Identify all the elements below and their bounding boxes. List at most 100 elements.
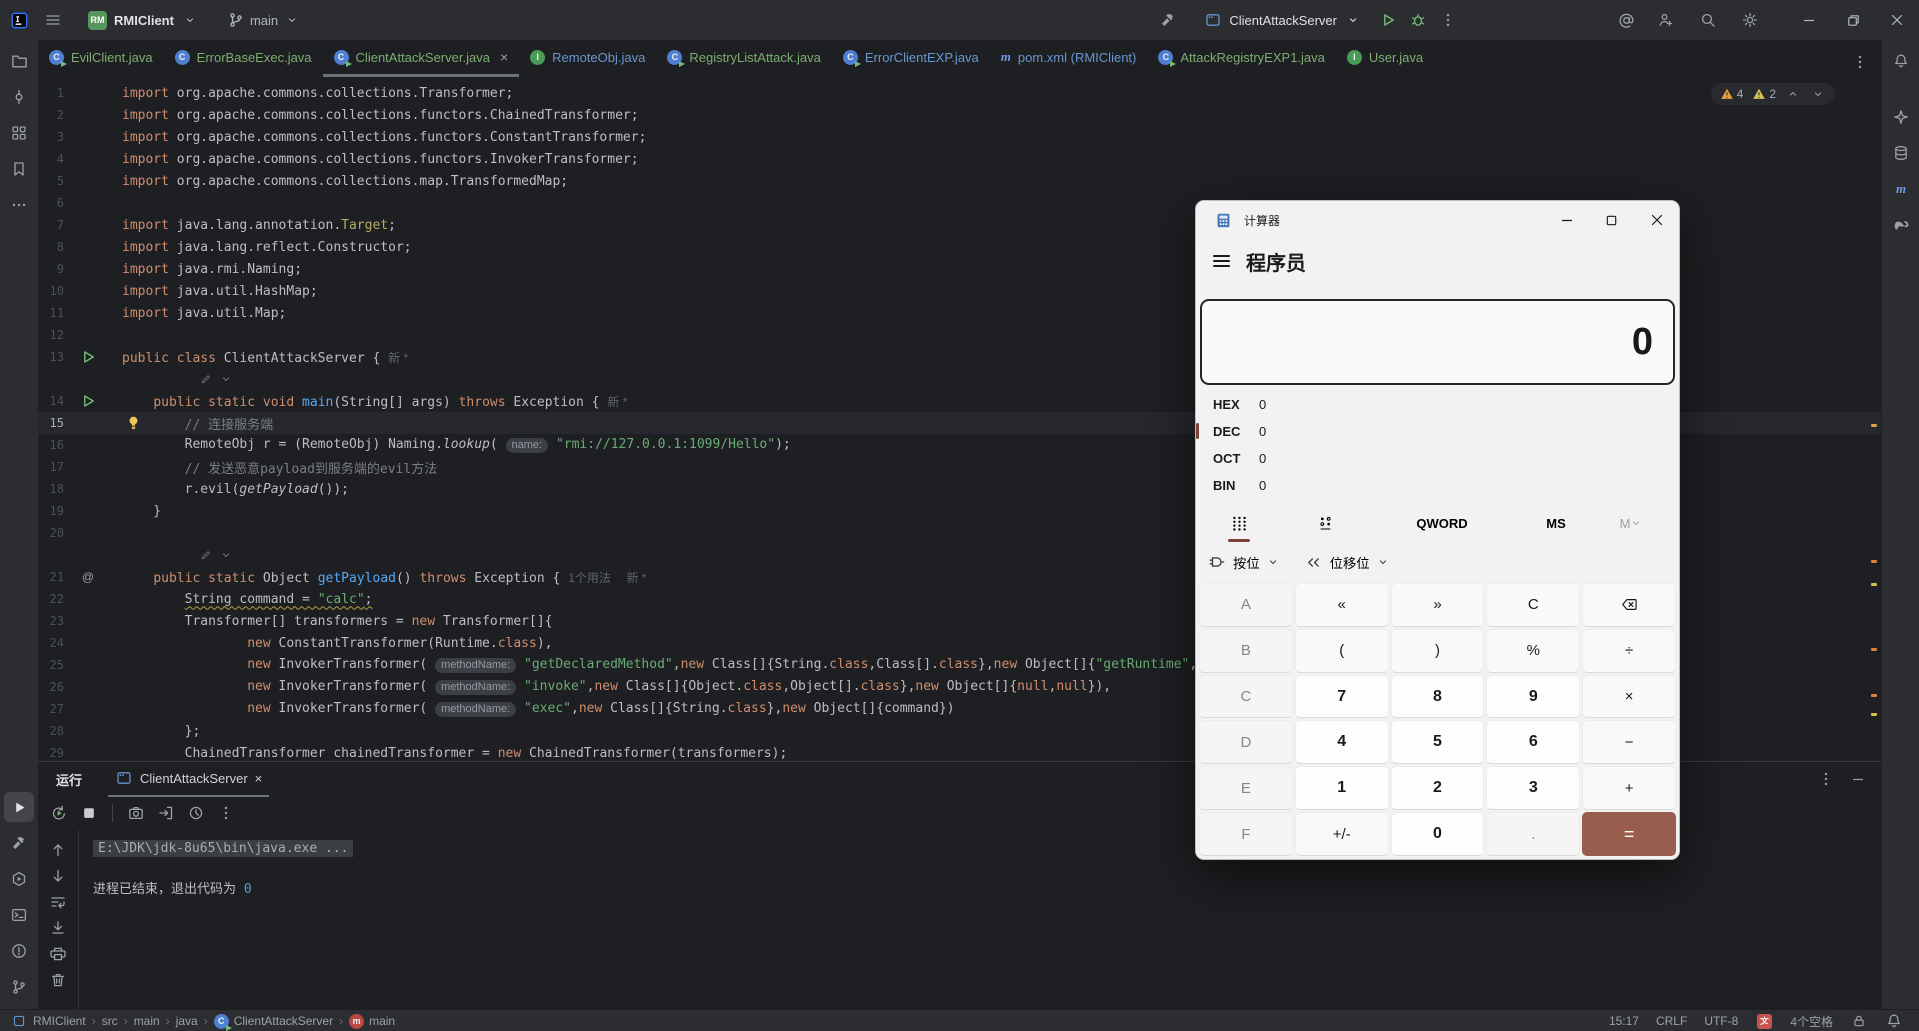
radix-oct[interactable]: OCT0: [1196, 445, 1679, 472]
key-−[interactable]: −: [1582, 720, 1676, 764]
close-run-tab-icon[interactable]: ×: [255, 771, 263, 786]
search-everywhere-button[interactable]: [1693, 5, 1723, 35]
code-with-me-button[interactable]: [1651, 5, 1681, 35]
sidebar-item-database[interactable]: [1886, 138, 1916, 168]
next-problem-button[interactable]: [1810, 86, 1826, 102]
window-close-button[interactable]: [1875, 0, 1919, 40]
code-vision-author-icon[interactable]: [197, 546, 235, 564]
key-)[interactable]: ): [1391, 629, 1485, 673]
key-÷[interactable]: ÷: [1582, 629, 1676, 673]
full-keypad-toggle[interactable]: [1196, 503, 1282, 543]
status-indent-size[interactable]: 4个空格: [1790, 1013, 1833, 1030]
key-+/-[interactable]: +/-: [1295, 812, 1389, 856]
calc-maximize-button[interactable]: [1589, 201, 1634, 239]
calc-close-button[interactable]: [1634, 201, 1679, 239]
previous-problem-button[interactable]: [1785, 86, 1801, 102]
status-cursor-position[interactable]: 15:17: [1609, 1014, 1639, 1028]
run-console[interactable]: E:\JDK\jdk-8u65\bin\java.exe ...进程已结束，退出…: [79, 830, 353, 1009]
stripe-mark[interactable]: [1871, 713, 1877, 716]
breadcrumb-main[interactable]: mmain: [349, 1014, 395, 1029]
stripe-mark[interactable]: [1871, 648, 1877, 651]
build-button[interactable]: [1153, 5, 1183, 35]
gc-clock-button[interactable]: [183, 801, 209, 825]
key-»[interactable]: »: [1391, 583, 1485, 627]
run-configuration-selector[interactable]: ClientAttackServer: [1197, 8, 1369, 32]
memory-menu-button[interactable]: M: [1596, 503, 1666, 543]
key-%[interactable]: %: [1486, 629, 1580, 673]
snapshot-camera-button[interactable]: [123, 801, 149, 825]
attach-debugger-button[interactable]: [153, 801, 179, 825]
key-3[interactable]: 3: [1486, 766, 1580, 810]
key-9[interactable]: 9: [1486, 675, 1580, 719]
tab-AttackRegistryEXP1.java[interactable]: CAttackRegistryEXP1.java: [1147, 40, 1336, 77]
clear-console-button[interactable]: [45, 968, 71, 992]
error-stripe[interactable]: [1871, 77, 1879, 761]
tab-RegistryListAttack.java[interactable]: CRegistryListAttack.java: [656, 40, 832, 77]
status-translate-plugin[interactable]: [1755, 1012, 1773, 1030]
tab-EvilClient.java[interactable]: CEvilClient.java: [38, 40, 164, 77]
calculator-title-bar[interactable]: 计算器: [1196, 201, 1679, 239]
gutter-slot[interactable]: [76, 348, 100, 366]
run-button[interactable]: [1373, 5, 1403, 35]
status-status-notifications[interactable]: [1885, 1012, 1903, 1030]
status-file-lock[interactable]: [1850, 1012, 1868, 1030]
navigate-up-button[interactable]: [45, 838, 71, 862]
more-options-button[interactable]: [213, 801, 239, 825]
tab-options-button[interactable]: [1845, 47, 1875, 77]
key-([interactable]: (: [1295, 629, 1389, 673]
key-8[interactable]: 8: [1391, 675, 1485, 719]
bitwise-menu-button[interactable]: 按位: [1208, 553, 1279, 572]
tab-ClientAttackServer.java[interactable]: CClientAttackServer.java×: [323, 40, 520, 77]
key-E[interactable]: E: [1199, 766, 1293, 810]
sidebar-item-gradle[interactable]: [1886, 210, 1916, 240]
sidebar-item-terminal[interactable]: [4, 900, 34, 930]
radix-bin[interactable]: BIN0: [1196, 472, 1679, 499]
key-B[interactable]: B: [1199, 629, 1293, 673]
vcs-branch-widget[interactable]: main: [221, 8, 307, 32]
sidebar-item-build[interactable]: [4, 828, 34, 858]
scroll-to-end-button[interactable]: [45, 916, 71, 940]
sidebar-item-commit[interactable]: [4, 82, 34, 112]
sidebar-item-bookmarks[interactable]: [4, 154, 34, 184]
stripe-mark[interactable]: [1871, 560, 1877, 563]
stripe-mark[interactable]: [1871, 424, 1877, 427]
close-tab-icon[interactable]: ×: [500, 49, 508, 65]
bitshift-menu-button[interactable]: 位移位: [1305, 553, 1389, 572]
inspections-widget[interactable]: 4 2: [1711, 83, 1835, 105]
breadcrumb-RMIClient[interactable]: RMIClient: [10, 1012, 86, 1030]
main-menu-button[interactable]: [38, 5, 68, 35]
breadcrumb-src[interactable]: src: [102, 1014, 118, 1028]
code-vision-author-icon[interactable]: [197, 370, 235, 388]
key-C[interactable]: C: [1199, 675, 1293, 719]
key-+[interactable]: +: [1582, 766, 1676, 810]
key-4[interactable]: 4: [1295, 720, 1389, 764]
sidebar-item-more-tool-windows[interactable]: [4, 190, 34, 220]
navigate-down-button[interactable]: [45, 864, 71, 888]
key-5[interactable]: 5: [1391, 720, 1485, 764]
settings-button[interactable]: [1735, 5, 1765, 35]
hide-run-panel-button[interactable]: [1847, 768, 1869, 790]
rerun-button[interactable]: [46, 801, 72, 825]
breadcrumb-main[interactable]: main: [134, 1014, 160, 1028]
key-A[interactable]: A: [1199, 583, 1293, 627]
key-0[interactable]: 0: [1391, 812, 1485, 856]
sidebar-item-structure[interactable]: [4, 118, 34, 148]
window-restore-button[interactable]: [1831, 0, 1875, 40]
stop-button[interactable]: [76, 801, 102, 825]
key-×[interactable]: ×: [1582, 675, 1676, 719]
console-command-line[interactable]: E:\JDK\jdk-8u65\bin\java.exe ...: [93, 840, 353, 857]
sidebar-item-notifications[interactable]: [1886, 46, 1916, 76]
bit-toggle-keypad[interactable]: [1282, 503, 1368, 543]
sidebar-item-run[interactable]: [4, 792, 34, 822]
tab-RemoteObj.java[interactable]: IRemoteObj.java: [519, 40, 656, 77]
key-C[interactable]: C: [1486, 583, 1580, 627]
breadcrumb-ClientAttackServer[interactable]: CClientAttackServer: [214, 1014, 333, 1029]
tab-User.java[interactable]: IUser.java: [1336, 40, 1434, 77]
soft-wrap-button[interactable]: [45, 890, 71, 914]
project-widget[interactable]: RM RMIClient: [82, 8, 205, 33]
key-6[interactable]: 6: [1486, 720, 1580, 764]
stripe-mark[interactable]: [1871, 583, 1877, 586]
calc-navigation-button[interactable]: [1213, 255, 1230, 267]
sidebar-item-version-control[interactable]: [4, 972, 34, 1002]
breadcrumb-java[interactable]: java: [176, 1014, 198, 1028]
